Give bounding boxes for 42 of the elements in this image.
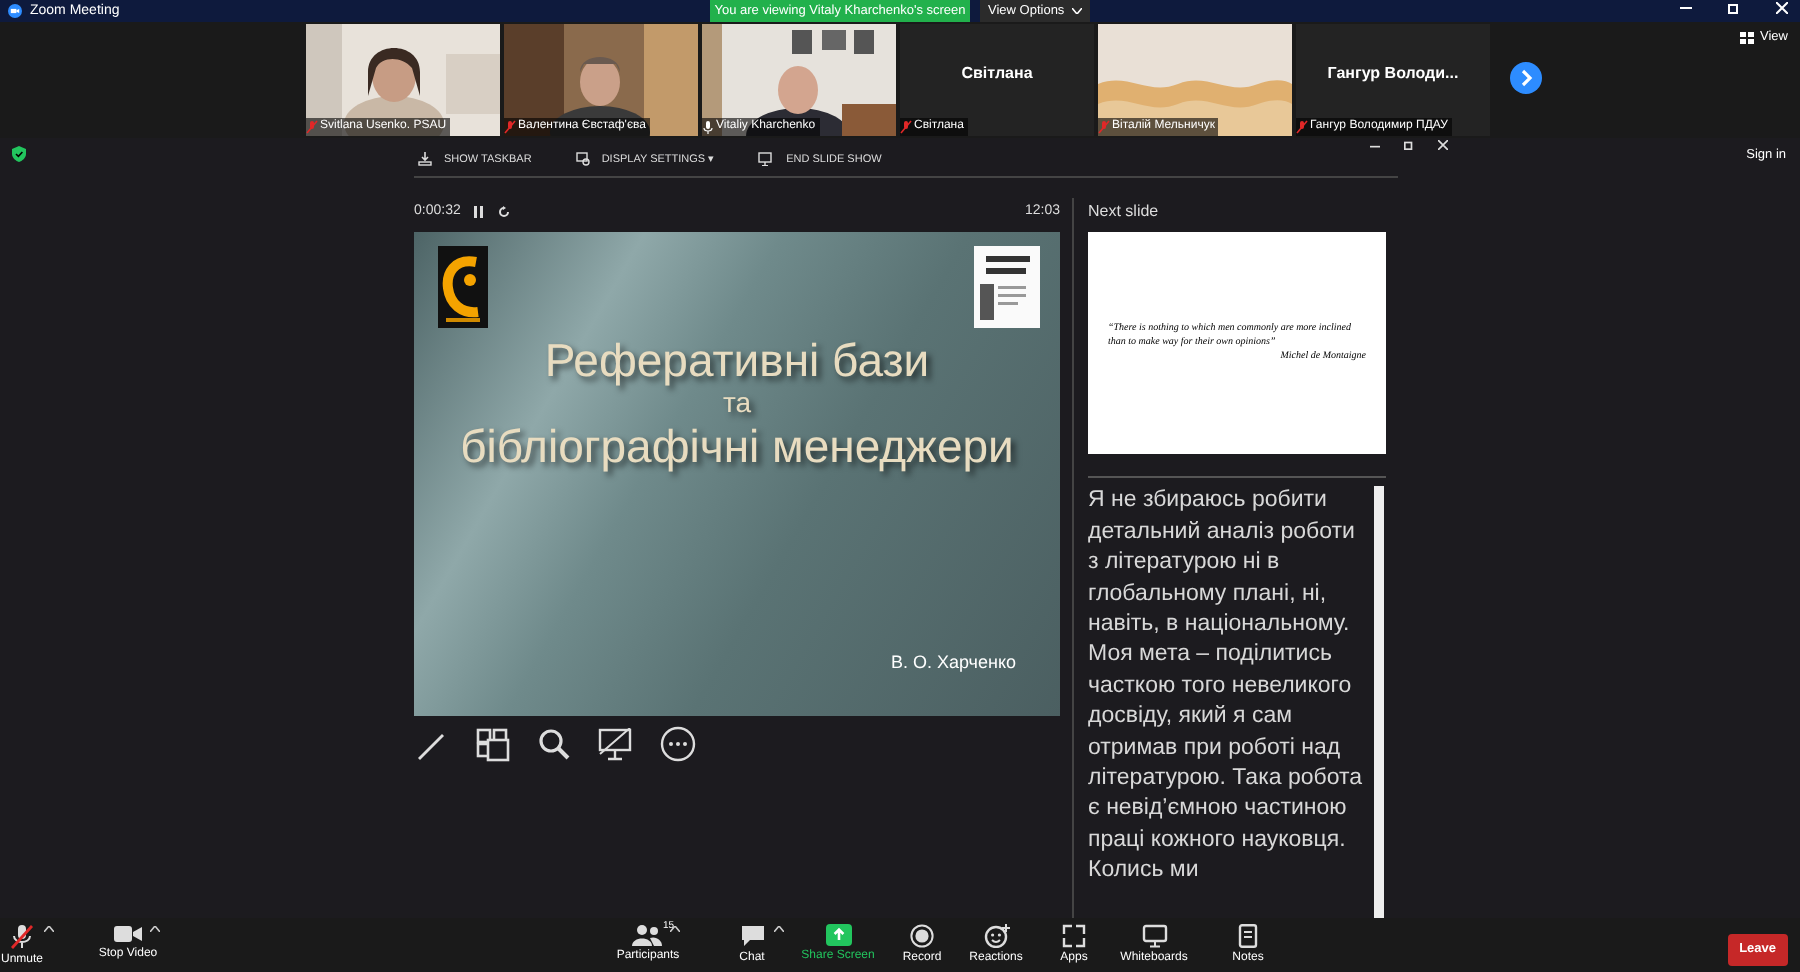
caret-icon bbox=[1072, 8, 1082, 14]
reset-icon[interactable] bbox=[498, 206, 511, 219]
display-settings-icon bbox=[575, 152, 590, 167]
more-icon[interactable] bbox=[660, 726, 696, 763]
slides-grid-icon[interactable] bbox=[476, 727, 510, 762]
people-icon bbox=[632, 924, 663, 947]
minimize-icon[interactable] bbox=[1680, 2, 1692, 14]
chat-bubble-icon bbox=[739, 924, 765, 949]
caret-icon[interactable] bbox=[150, 926, 160, 933]
whiteboard-icon bbox=[1141, 924, 1167, 949]
shield-icon bbox=[12, 146, 26, 163]
caret-icon[interactable] bbox=[670, 926, 680, 933]
share-screen-icon bbox=[825, 924, 851, 947]
slide-title: бібліографічні менеджери bbox=[460, 420, 1014, 473]
pause-icon[interactable] bbox=[474, 206, 485, 219]
minimize-icon[interactable] bbox=[1370, 140, 1380, 151]
notes-icon bbox=[1238, 924, 1258, 949]
caret-icon[interactable] bbox=[44, 926, 54, 933]
apps-icon bbox=[1062, 924, 1086, 949]
close-icon[interactable] bbox=[1438, 140, 1448, 151]
speaker-notes: Я не збираюсь робити детальний аналіз роботи з літературою ні в глобальному плані, ні, навіть, в національному. Моя мета – поділитись часткою того невеликого досвіду, який я сам отримав при роботі над літературою. Така робота є невід’ємною частиною праці кожного науковця. Колись ми bbox=[1088, 486, 1364, 887]
slide-title: Реферативні бази bbox=[544, 334, 930, 387]
end-slideshow-icon bbox=[758, 152, 775, 167]
record-icon bbox=[910, 924, 934, 949]
video-camera-icon bbox=[114, 924, 142, 945]
slide-title: та bbox=[722, 386, 752, 421]
next-slide-label: Next slide bbox=[1088, 200, 1161, 225]
next-page-icon[interactable] bbox=[1510, 61, 1542, 94]
restore-icon[interactable] bbox=[1404, 140, 1414, 151]
caret-icon[interactable] bbox=[774, 926, 784, 933]
grid-icon bbox=[1740, 31, 1755, 44]
pen-icon[interactable] bbox=[416, 728, 448, 761]
zoom-logo-icon bbox=[8, 3, 22, 18]
participant-display-name: Світлана bbox=[959, 61, 1035, 86]
smiley-plus-icon bbox=[983, 924, 1009, 949]
taskbar-icon bbox=[418, 152, 432, 167]
screen-icon[interactable] bbox=[598, 727, 632, 762]
search-icon[interactable] bbox=[538, 728, 570, 761]
participant-display-name: Гангур Володи... bbox=[1325, 61, 1461, 86]
muted-mic-icon bbox=[7, 924, 36, 951]
slide-author: В. О. Харченко bbox=[890, 650, 1016, 677]
scrollbar[interactable] bbox=[1374, 486, 1384, 919]
